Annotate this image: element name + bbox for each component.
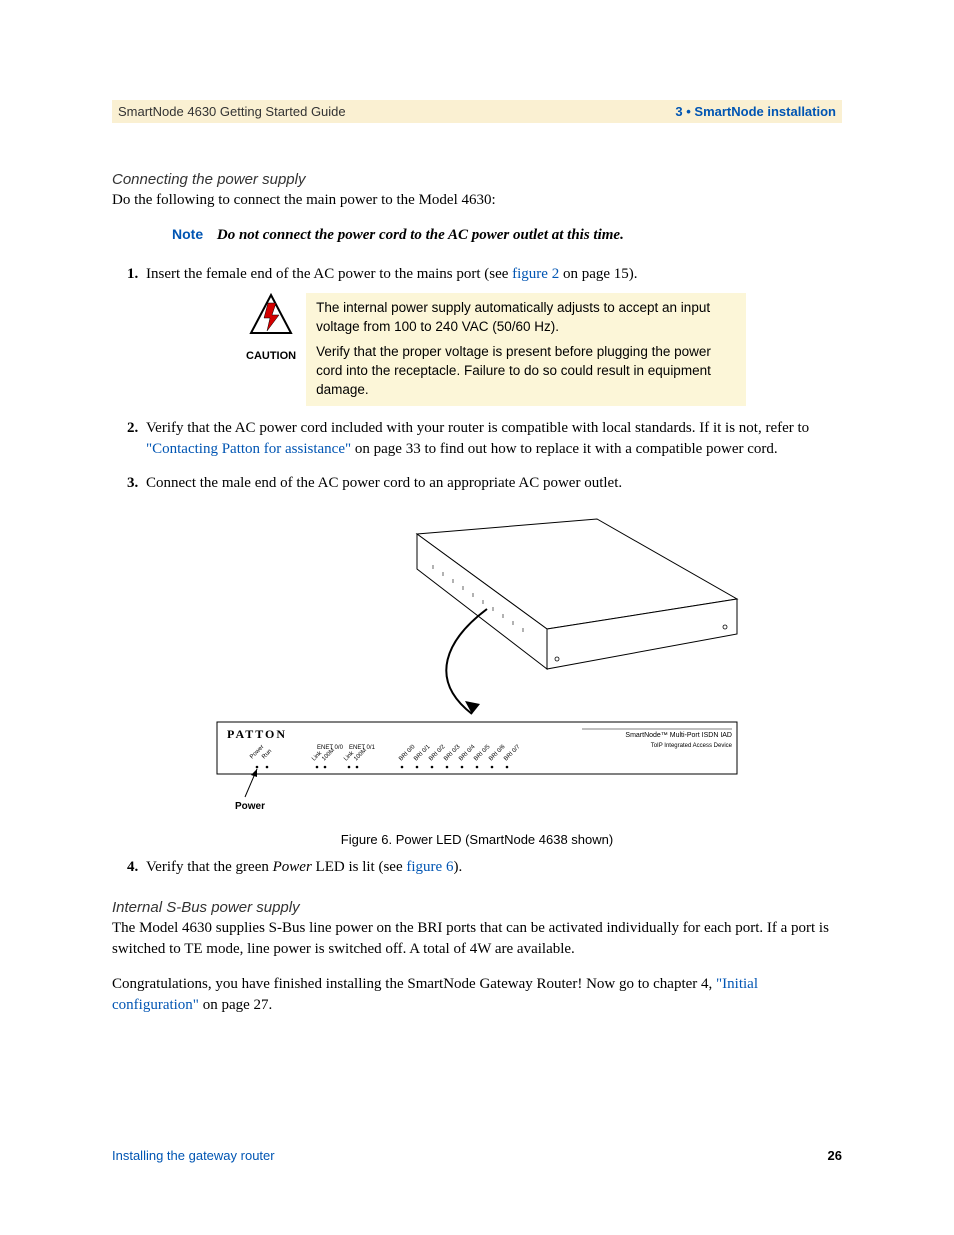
device-line1: SmartNode™ Multi-Port ISDN IAD xyxy=(625,732,732,739)
contact-link[interactable]: "Contacting Patton for assistance" xyxy=(146,441,351,457)
figure-caption: Figure 6. Power LED (SmartNode 4638 show… xyxy=(112,832,842,847)
sbus-p2: Congratulations, you have finished insta… xyxy=(112,974,842,1016)
step-2: Verify that the AC power cord included w… xyxy=(142,418,842,462)
document-page: SmartNode 4630 Getting Started Guide 3 •… xyxy=(0,0,954,1235)
caution-text: The internal power supply automatically … xyxy=(306,293,746,405)
step-1-pre: Insert the female end of the AC power to… xyxy=(146,266,512,282)
caution-p2: Verify that the proper voltage is presen… xyxy=(316,343,736,400)
figure-6: PATTON SmartNode™ Multi-Port ISDN IAD To… xyxy=(112,509,842,847)
figure-2-link[interactable]: figure 2 xyxy=(512,266,559,282)
step-1: Insert the female end of the AC power to… xyxy=(142,264,842,406)
step-4-em: Power xyxy=(273,859,312,875)
caution-icon-wrap: CAUTION xyxy=(246,293,296,365)
note-block: Note Do not connect the power cord to th… xyxy=(172,225,842,246)
note-label: Note xyxy=(172,225,203,243)
step-2-post: on page 33 to find out how to replace it… xyxy=(351,441,778,457)
note-text: Do not connect the power cord to the AC … xyxy=(217,227,624,243)
power-callout: Power xyxy=(235,801,265,812)
caution-p1: The internal power supply automatically … xyxy=(316,299,736,337)
footer-section: Installing the gateway router xyxy=(112,1148,275,1163)
step-4-pre: Verify that the green xyxy=(146,859,273,875)
step-1-post: on page 15). xyxy=(559,266,637,282)
page-header: SmartNode 4630 Getting Started Guide 3 •… xyxy=(112,100,842,123)
figure-6-link[interactable]: figure 6 xyxy=(406,859,453,875)
caution-label: CAUTION xyxy=(246,349,296,365)
sbus-p1: The Model 4630 supplies S-Bus line power… xyxy=(112,918,842,960)
doc-title: SmartNode 4630 Getting Started Guide xyxy=(118,104,346,119)
step-4: Verify that the green Power LED is lit (… xyxy=(142,857,842,879)
caution-icon xyxy=(249,293,293,341)
step-4-post: ). xyxy=(453,859,462,875)
caution-block: CAUTION The internal power supply automa… xyxy=(246,293,842,405)
step-2-pre: Verify that the AC power cord included w… xyxy=(146,420,809,436)
section-heading-power: Connecting the power supply xyxy=(112,171,842,188)
device-line2: ToIP Integrated Access Device xyxy=(651,743,733,749)
intro-text: Do the following to connect the main pow… xyxy=(112,190,842,211)
step-3: Connect the male end of the AC power cor… xyxy=(142,473,842,495)
steps-list-cont: Verify that the green Power LED is lit (… xyxy=(112,857,842,879)
section-heading-sbus: Internal S-Bus power supply xyxy=(112,899,842,916)
page-footer: Installing the gateway router 26 xyxy=(112,1148,842,1163)
device-diagram: PATTON SmartNode™ Multi-Port ISDN IAD To… xyxy=(197,509,757,819)
chapter-title: 3 • SmartNode installation xyxy=(675,104,836,119)
sbus-p2-pre: Congratulations, you have finished insta… xyxy=(112,976,716,992)
sbus-p2-post: on page 27. xyxy=(199,997,272,1013)
step-4-mid: LED is lit (see xyxy=(312,859,407,875)
steps-list: Insert the female end of the AC power to… xyxy=(112,264,842,495)
page-number: 26 xyxy=(828,1148,842,1163)
brand-text: PATTON xyxy=(227,727,287,741)
